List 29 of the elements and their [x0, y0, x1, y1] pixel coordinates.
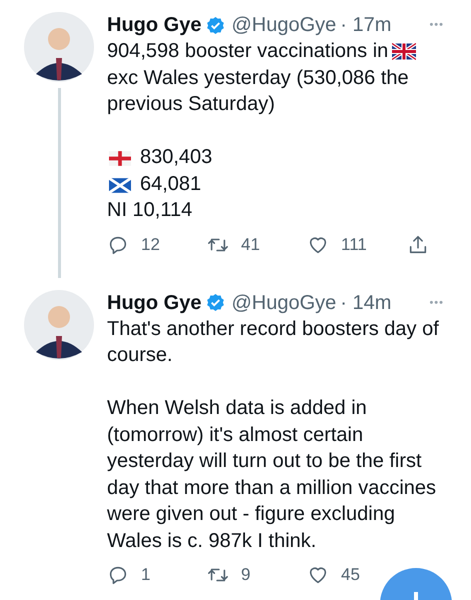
display-name[interactable]: Hugo Gye: [107, 290, 202, 316]
timestamp[interactable]: · 17m: [340, 12, 392, 38]
verified-badge-icon: [206, 16, 226, 34]
share-button[interactable]: [407, 234, 429, 256]
tweet-text: NI 10,114: [107, 199, 192, 221]
share-icon: [407, 234, 429, 256]
user-handle[interactable]: @HugoGye: [231, 12, 336, 38]
verified-badge-icon: [206, 293, 226, 312]
uk-flag-icon: [392, 43, 416, 60]
display-name[interactable]: Hugo Gye: [107, 12, 202, 38]
like-button[interactable]: 111: [307, 234, 367, 256]
scotland-flag-icon: [109, 178, 131, 192]
retweet-button[interactable]: 9: [207, 564, 250, 586]
tweet-text: 904,598 booster vaccinations in: [107, 40, 388, 62]
user-handle[interactable]: @HugoGye: [231, 290, 336, 316]
tweet-text: When Welsh data is added in (tomorrow) it's almost certain yesterday will turn out to be the first day that more than a million vaccines were given out - figure excluding Wales is c. 987k I think.: [107, 397, 436, 552]
like-button[interactable]: 45: [307, 564, 360, 586]
reply-button[interactable]: 1: [107, 564, 150, 586]
tweet-text: That's another record boosters day of course.: [107, 318, 439, 366]
tweet-text: 64,081: [140, 172, 202, 194]
england-flag-icon: [109, 151, 131, 166]
avatar[interactable]: [24, 12, 94, 82]
timestamp[interactable]: · 14m: [340, 290, 392, 316]
tweet-text: exc Wales yesterday (530,086 the previous Saturday): [107, 66, 409, 115]
avatar[interactable]: [24, 290, 94, 360]
reply-icon: [107, 564, 129, 586]
reply-button[interactable]: 12: [107, 234, 160, 256]
retweet-button[interactable]: 41: [207, 234, 260, 256]
tweet-text: 830,403: [140, 146, 212, 168]
